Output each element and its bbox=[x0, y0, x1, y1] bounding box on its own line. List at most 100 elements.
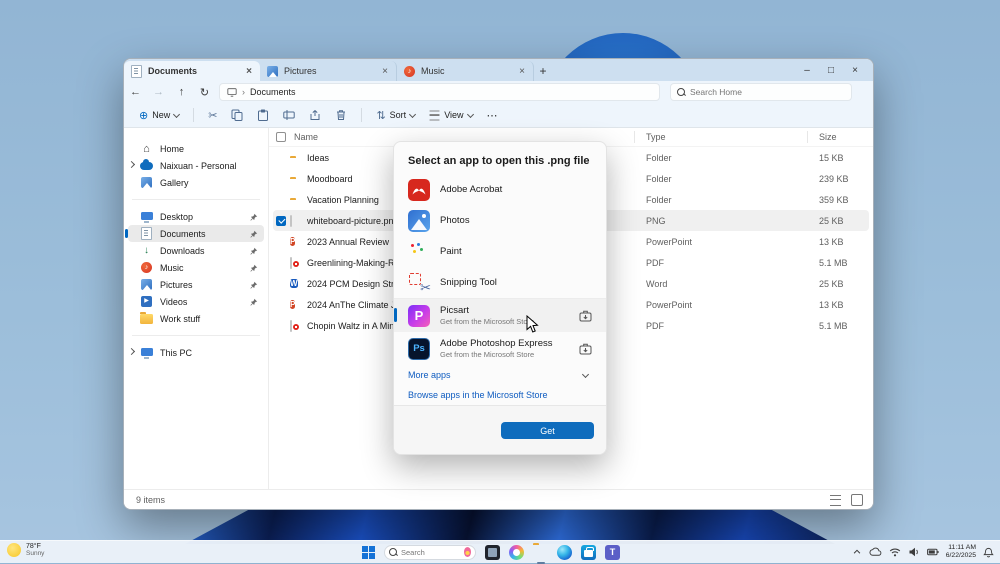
sidebar-item-desktop[interactable]: Desktop bbox=[128, 208, 264, 225]
view-icon bbox=[430, 110, 440, 120]
pdf-file-icon bbox=[290, 321, 292, 331]
weather-condition: Sunny bbox=[26, 550, 44, 557]
breadcrumb[interactable]: › Documents bbox=[219, 83, 660, 101]
tab-pictures[interactable]: Pictures × bbox=[260, 61, 397, 81]
row-checkbox[interactable] bbox=[276, 216, 286, 226]
start-button[interactable] bbox=[362, 546, 375, 559]
tab-label: Pictures bbox=[284, 66, 375, 76]
sidebar-item-work-stuff[interactable]: Work stuff bbox=[128, 310, 264, 327]
battery-icon[interactable] bbox=[927, 546, 939, 558]
select-all-checkbox[interactable] bbox=[276, 132, 286, 142]
expand-chevron-icon[interactable] bbox=[128, 348, 135, 355]
back-button[interactable]: ← bbox=[124, 86, 147, 98]
app-option-paint[interactable]: Paint bbox=[394, 236, 606, 267]
up-button[interactable]: ↑ bbox=[170, 86, 193, 98]
chevron-down-icon bbox=[467, 110, 474, 117]
wifi-icon[interactable] bbox=[889, 546, 901, 558]
rename-button[interactable] bbox=[278, 105, 300, 125]
adobe-acrobat-icon bbox=[408, 179, 430, 201]
close-tab-icon[interactable]: × bbox=[380, 66, 390, 77]
sidebar-item-downloads[interactable]: ↓ Downloads bbox=[128, 242, 264, 259]
new-tab-button[interactable]: + bbox=[534, 61, 552, 81]
tab-label: Music bbox=[421, 66, 512, 76]
copy-button[interactable] bbox=[226, 105, 248, 125]
more-options-button[interactable]: ⋯ bbox=[482, 105, 503, 125]
chevron-down-icon bbox=[173, 110, 180, 117]
sidebar-item-videos[interactable]: ▶ Videos bbox=[128, 293, 264, 310]
sidebar-item-this-pc[interactable]: This PC bbox=[128, 344, 264, 361]
browse-store-link[interactable]: Browse apps in the Microsoft Store bbox=[394, 385, 606, 405]
sidebar-item-pictures[interactable]: Pictures bbox=[128, 276, 264, 293]
file-explorer-taskbar-icon[interactable] bbox=[533, 545, 548, 560]
taskbar-search-input[interactable] bbox=[401, 548, 460, 557]
chevron-right-icon: › bbox=[242, 87, 245, 97]
clock[interactable]: 11:11 AM 6/22/2025 bbox=[946, 544, 976, 560]
dialog-footer: Get bbox=[394, 405, 606, 454]
store-download-icon[interactable] bbox=[579, 309, 592, 322]
close-tab-icon[interactable]: × bbox=[244, 66, 254, 77]
edge-icon[interactable] bbox=[557, 545, 572, 560]
column-header-size[interactable]: Size bbox=[819, 132, 837, 142]
this-pc-icon bbox=[140, 350, 153, 356]
photos-icon bbox=[408, 210, 430, 232]
hidden-icons-chevron[interactable] bbox=[852, 547, 862, 557]
app-option-photos[interactable]: Photos bbox=[394, 205, 606, 236]
store-app-photoshop-express[interactable]: Ps Adobe Photoshop Express Get from the … bbox=[394, 332, 606, 365]
sun-icon bbox=[7, 543, 21, 557]
app-option-snipping-tool[interactable]: ✂ Snipping Tool bbox=[394, 267, 606, 298]
onedrive-tray-icon[interactable] bbox=[869, 547, 882, 557]
volume-icon[interactable] bbox=[908, 546, 920, 558]
close-button[interactable]: × bbox=[843, 65, 867, 76]
pin-icon bbox=[250, 298, 258, 306]
thumbnail-view-icon[interactable] bbox=[851, 494, 863, 506]
view-button[interactable]: View bbox=[424, 105, 477, 125]
tab-documents[interactable]: Documents × bbox=[124, 61, 260, 81]
pin-icon bbox=[250, 230, 258, 238]
taskbar-search[interactable] bbox=[384, 545, 476, 560]
tab-music[interactable]: ♪ Music × bbox=[397, 61, 534, 81]
notifications-bell-icon[interactable] bbox=[983, 547, 994, 558]
share-button[interactable] bbox=[304, 105, 326, 125]
sidebar-item-onedrive[interactable]: Naixuan - Personal bbox=[128, 157, 264, 174]
microsoft-store-icon[interactable] bbox=[581, 545, 596, 560]
column-header-type[interactable]: Type bbox=[646, 132, 666, 142]
get-button[interactable]: Get bbox=[501, 422, 594, 439]
sidebar-item-gallery[interactable]: Gallery bbox=[128, 174, 264, 191]
copilot-icon[interactable] bbox=[509, 545, 524, 560]
details-view-icon[interactable] bbox=[830, 495, 841, 506]
teams-icon[interactable] bbox=[605, 545, 620, 560]
photoshop-express-icon: Ps bbox=[408, 338, 430, 360]
sidebar-item-documents[interactable]: Documents bbox=[128, 225, 264, 242]
weather-temp: 78°F bbox=[26, 543, 44, 550]
app-option-adobe-acrobat[interactable]: Adobe Acrobat bbox=[394, 174, 606, 205]
weather-widget[interactable]: 78°F Sunny bbox=[7, 543, 44, 557]
maximize-button[interactable]: □ bbox=[819, 65, 843, 76]
document-tab-icon bbox=[130, 65, 143, 78]
refresh-button[interactable]: ↻ bbox=[193, 86, 216, 99]
sort-button[interactable]: ⇅ Sort bbox=[371, 105, 420, 125]
minimize-button[interactable]: – bbox=[795, 65, 819, 76]
close-tab-icon[interactable]: × bbox=[517, 66, 527, 77]
paste-icon bbox=[257, 109, 269, 121]
new-button[interactable]: ⊕ New bbox=[134, 105, 184, 125]
search-input[interactable] bbox=[690, 87, 845, 97]
forward-button[interactable]: → bbox=[147, 86, 170, 98]
more-apps-expander[interactable]: More apps bbox=[394, 365, 606, 385]
breadcrumb-location[interactable]: Documents bbox=[250, 87, 296, 97]
search-highlight-icon bbox=[464, 547, 471, 557]
taskbar: 78°F Sunny 11:11 AM bbox=[0, 540, 1000, 563]
sidebar-item-music[interactable]: ♪ Music bbox=[128, 259, 264, 276]
sidebar-item-home[interactable]: ⌂ Home bbox=[128, 140, 264, 157]
pin-icon bbox=[250, 264, 258, 272]
downloads-icon: ↓ bbox=[140, 246, 153, 256]
paste-button[interactable] bbox=[252, 105, 274, 125]
task-view-icon[interactable] bbox=[485, 545, 500, 560]
cut-button[interactable]: ✂ bbox=[203, 105, 222, 125]
search-box[interactable] bbox=[670, 83, 852, 101]
expand-chevron-icon[interactable] bbox=[128, 161, 135, 168]
column-header-name[interactable]: Name bbox=[294, 132, 318, 142]
store-download-icon[interactable] bbox=[579, 342, 592, 355]
store-app-picsart[interactable]: P Picsart Get from the Microsoft Store bbox=[394, 299, 606, 332]
address-bar: ← → ↑ ↻ › Documents bbox=[124, 81, 873, 103]
delete-button[interactable] bbox=[330, 105, 352, 125]
